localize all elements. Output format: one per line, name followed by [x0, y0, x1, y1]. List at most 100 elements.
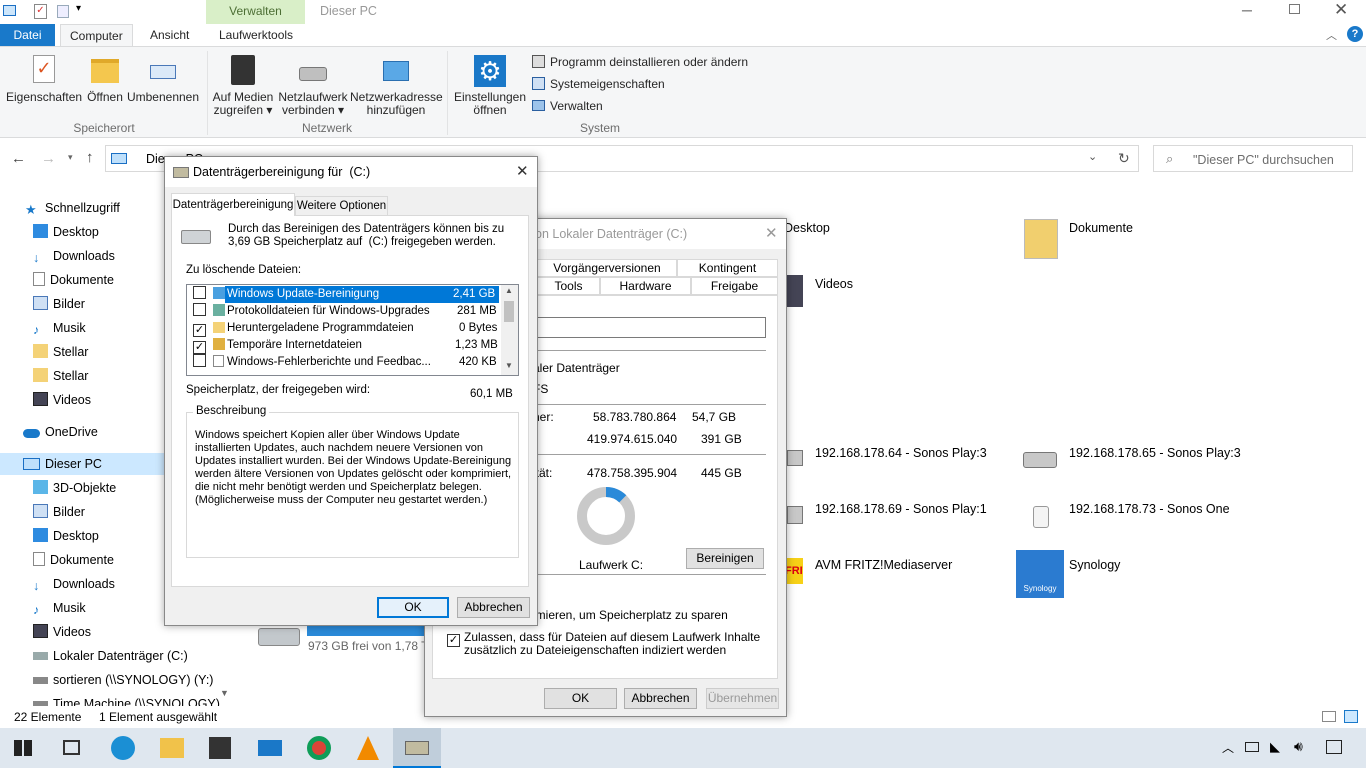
- scroll-down-icon[interactable]: ▼: [220, 688, 229, 698]
- action-center-icon[interactable]: [1326, 740, 1342, 754]
- open-button[interactable]: Öffnen: [84, 55, 126, 104]
- nav-local-disk-c[interactable]: Lokaler Datenträger (C:): [33, 645, 188, 667]
- search-box[interactable]: ⌕ "Dieser PC" durchsuchen: [1153, 145, 1353, 172]
- device-sonos-73[interactable]: 192.168.178.73 - Sonos One: [1033, 502, 1230, 528]
- file-checkbox[interactable]: [193, 354, 206, 367]
- nav-quick-music[interactable]: ♪ Musik: [33, 317, 86, 339]
- nav-quick-stellar-2[interactable]: Stellar: [33, 365, 88, 387]
- mail-icon[interactable]: [258, 740, 282, 756]
- file-checkbox[interactable]: ✓: [193, 341, 206, 354]
- nav-time-machine[interactable]: Time Machine (\\SYNOLOGY): [33, 693, 220, 706]
- files-list[interactable]: Windows Update-Bereinigung 2,41 GB Proto…: [186, 284, 519, 376]
- vlc-icon[interactable]: [357, 736, 379, 760]
- file-row-temp-internet[interactable]: ✓ Temporäre Internetdateien 1,23 MB: [187, 337, 500, 354]
- nav-quick-desktop[interactable]: Desktop: [33, 221, 99, 243]
- large-icons-view-icon[interactable]: [1344, 710, 1358, 723]
- props-tab-quota[interactable]: Kontingent: [677, 259, 778, 277]
- store-icon[interactable]: [209, 737, 231, 759]
- uninstall-program-item[interactable]: Programm deinstallieren oder ändern: [532, 55, 748, 69]
- manage-item[interactable]: Verwalten: [532, 99, 603, 113]
- nav-onedrive[interactable]: OneDrive: [23, 421, 98, 443]
- rename-button[interactable]: Umbenennen: [126, 55, 200, 104]
- close-button[interactable]: ✕: [1334, 0, 1348, 20]
- file-row-upgrade-logs[interactable]: Protokolldateien für Windows-Upgrades 28…: [187, 303, 500, 320]
- minimize-ribbon-icon[interactable]: ︿: [1326, 27, 1337, 43]
- add-network-location-button[interactable]: Netzwerkadresse hinzufügen: [350, 55, 443, 117]
- file-row-windows-update[interactable]: Windows Update-Bereinigung 2,41 GB: [187, 286, 500, 303]
- up-icon[interactable]: ↑: [86, 149, 94, 166]
- file-row-error-reports[interactable]: Windows-Fehlerberichte und Feedbac... 42…: [187, 354, 500, 371]
- nav-quick-pictures[interactable]: Bilder: [33, 293, 85, 315]
- cleanup-ok-button[interactable]: OK: [377, 597, 449, 618]
- index-option[interactable]: ✓ Zulassen, dass für Dateien auf diesem …: [447, 630, 760, 657]
- cleanup-cancel-button[interactable]: Abbrechen: [457, 597, 530, 618]
- index-checkbox[interactable]: ✓: [447, 634, 460, 647]
- props-tab-tools[interactable]: Tools: [537, 277, 600, 295]
- file-checkbox[interactable]: ✓: [193, 324, 206, 337]
- nav-downloads[interactable]: ↓ Downloads: [33, 573, 115, 595]
- task-view-icon[interactable]: [63, 740, 80, 755]
- properties-button[interactable]: ✓ Eigenschaften: [6, 55, 82, 104]
- props-tab-sharing[interactable]: Freigabe: [691, 277, 778, 295]
- nav-desktop[interactable]: Desktop: [33, 525, 99, 547]
- file-explorer-icon[interactable]: [160, 738, 184, 758]
- access-media-button[interactable]: Auf Medien zugreifen ▾: [210, 55, 276, 117]
- recent-locations-icon[interactable]: ▾: [68, 152, 73, 163]
- cleanup-close-icon[interactable]: ✕: [516, 162, 529, 180]
- minimize-button[interactable]: ─: [1242, 2, 1260, 18]
- file-row-downloaded-programs[interactable]: ✓ Heruntergeladene Programmdateien 0 Byt…: [187, 320, 500, 337]
- system-properties-item[interactable]: Systemeigenschaften: [532, 77, 665, 91]
- scroll-thumb[interactable]: [504, 301, 514, 322]
- nav-sortieren-y[interactable]: sortieren (\\SYNOLOGY) (Y:): [33, 669, 213, 691]
- drive-name-field[interactable]: [533, 317, 766, 338]
- props-cancel-button[interactable]: Abbrechen: [624, 688, 697, 709]
- address-dropdown-icon[interactable]: ⌄: [1088, 150, 1097, 163]
- nav-quick-downloads[interactable]: ↓ Downloads: [33, 245, 115, 267]
- device-sonos-65[interactable]: 192.168.178.65 - Sonos Play:3: [1023, 446, 1241, 468]
- nav-quick-stellar-1[interactable]: Stellar: [33, 341, 88, 363]
- cleanup-tab-main[interactable]: Datenträgerbereinigung: [171, 193, 295, 216]
- nav-music[interactable]: ♪ Musik: [33, 597, 86, 619]
- open-settings-button[interactable]: ⚙ Einstellungen öffnen: [452, 55, 528, 117]
- cleanup-tab-more-options[interactable]: Weitere Optionen: [295, 196, 388, 216]
- forward-icon[interactable]: →: [41, 150, 56, 167]
- show-hidden-icons[interactable]: ︿: [1222, 739, 1234, 756]
- file-checkbox[interactable]: [193, 303, 206, 316]
- device-fritz-mediaserver[interactable]: FRITZ! AVM FRITZ!Mediaserver: [785, 558, 952, 584]
- props-apply-button[interactable]: Übernehmen: [706, 688, 779, 709]
- customize-quick-access-icon[interactable]: ▾: [76, 3, 81, 14]
- files-list-scrollbar[interactable]: ▲ ▼: [501, 285, 518, 375]
- tab-laufwerktools[interactable]: Laufwerktools: [210, 24, 302, 46]
- disk-cleanup-taskbar-button[interactable]: [393, 728, 441, 768]
- back-icon[interactable]: ←: [11, 150, 26, 167]
- props-close-icon[interactable]: ✕: [765, 224, 778, 242]
- nav-3d-objects[interactable]: 3D-Objekte: [33, 477, 116, 499]
- disk-cleanup-button[interactable]: Bereinigen: [686, 548, 764, 569]
- details-view-icon[interactable]: [1322, 711, 1336, 722]
- props-tab-previous-versions[interactable]: Vorgängerversionen: [537, 259, 677, 277]
- nav-quick-access[interactable]: ★ Schnellzugriff: [25, 197, 120, 219]
- restore-button[interactable]: [1289, 4, 1300, 14]
- folder-documents[interactable]: Dokumente: [1024, 219, 1133, 259]
- device-sonos-64[interactable]: 192.168.178.64 - Sonos Play:3: [787, 446, 987, 466]
- file-checkbox[interactable]: [193, 286, 206, 299]
- scroll-down-icon[interactable]: ▼: [505, 361, 513, 370]
- volume-icon[interactable]: 🔊︎: [1294, 738, 1303, 755]
- new-folder-quick-icon[interactable]: [57, 5, 69, 18]
- nav-quick-documents[interactable]: Dokumente: [33, 269, 114, 291]
- map-network-drive-button[interactable]: Netzlaufwerk verbinden ▾: [276, 55, 350, 117]
- nav-pictures[interactable]: Bilder: [33, 501, 85, 523]
- battery-icon[interactable]: [1245, 742, 1259, 752]
- folder-desktop[interactable]: Desktop: [756, 219, 830, 257]
- tab-computer[interactable]: Computer: [60, 24, 133, 46]
- nav-videos[interactable]: Videos: [33, 621, 91, 643]
- tab-ansicht[interactable]: Ansicht: [141, 24, 198, 46]
- nav-quick-videos[interactable]: Videos: [33, 389, 91, 411]
- props-ok-button[interactable]: OK: [544, 688, 617, 709]
- props-tab-hardware[interactable]: Hardware: [600, 277, 691, 295]
- folder-videos[interactable]: Videos: [787, 275, 853, 307]
- tab-datei[interactable]: Datei: [0, 24, 55, 46]
- properties-quick-icon[interactable]: ✓: [34, 4, 47, 19]
- device-sonos-69[interactable]: 192.168.178.69 - Sonos Play:1: [787, 502, 987, 524]
- device-synology[interactable]: Synology Synology: [1016, 550, 1120, 598]
